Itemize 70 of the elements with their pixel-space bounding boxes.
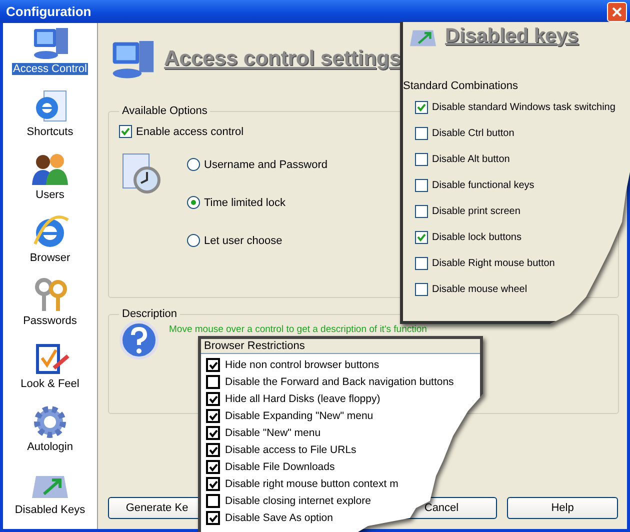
- close-icon: [611, 6, 623, 18]
- checkbox[interactable]: [206, 511, 220, 525]
- users-icon[interactable]: [30, 151, 70, 187]
- checkbox-label: Disable access to File URLs: [225, 443, 356, 457]
- checkmark-icon: [417, 103, 426, 112]
- checkbox[interactable]: [206, 392, 220, 406]
- group-label: Available Options: [121, 105, 208, 117]
- checkbox[interactable]: [206, 409, 220, 423]
- checkbox-label: Hide non control browser buttons: [225, 358, 380, 372]
- checkbox[interactable]: [415, 101, 428, 114]
- checkbox[interactable]: [415, 153, 428, 166]
- checkbox-label: Disable Expanding "New" menu: [225, 409, 374, 423]
- radio-label: Time limited lock: [204, 196, 286, 208]
- checkbox[interactable]: [206, 443, 220, 457]
- checkbox[interactable]: [206, 477, 220, 491]
- sidebar-item[interactable]: Autologin: [26, 441, 74, 453]
- group-label: Description: [121, 308, 178, 320]
- checkbox-label: Disable standard Windows task switching: [432, 102, 616, 113]
- checkbox[interactable]: [415, 127, 428, 140]
- group-label: Standard Combinations: [403, 80, 519, 92]
- description-text: Move mouse over a control to get a description of it's function: [169, 324, 427, 335]
- sidebar-item[interactable]: Access Control: [12, 63, 88, 75]
- checkbox[interactable]: [206, 494, 220, 508]
- checkmark-icon: [208, 514, 218, 522]
- checkbox-label: Disable Save As option: [225, 511, 333, 525]
- checkbox[interactable]: [415, 231, 428, 244]
- checkbox-label: Disable mouse wheel: [432, 284, 528, 295]
- checkbox[interactable]: [415, 179, 428, 192]
- checkbox[interactable]: [415, 283, 428, 296]
- checkmark-icon: [208, 360, 218, 370]
- sidebar-item[interactable]: Shortcuts: [26, 126, 74, 138]
- checkbox-label: Disable Right mouse button: [432, 258, 555, 269]
- checkbox[interactable]: [119, 125, 132, 138]
- checkbox-label: Disable Alt button: [432, 154, 510, 165]
- dialog-button[interactable]: Help: [507, 497, 618, 519]
- checkbox[interactable]: [206, 375, 220, 389]
- close-button[interactable]: [607, 2, 627, 22]
- radio-label: Username and Password: [204, 158, 328, 170]
- checkbox[interactable]: [206, 358, 220, 372]
- checkbox[interactable]: [206, 460, 220, 474]
- checkmark-icon: [417, 233, 426, 242]
- checkbox-label: Disable File Downloads: [225, 460, 335, 474]
- sidebar-item[interactable]: Browser: [28, 252, 72, 264]
- radio-button[interactable]: [187, 158, 200, 171]
- checkbox-label: Disable right mouse button context m: [225, 477, 398, 491]
- radio-button[interactable]: [187, 234, 200, 247]
- checkbox-label: Disable "New" menu: [225, 426, 321, 440]
- checkbox-label: Hide all Hard Disks (leave floppy): [225, 392, 380, 406]
- help-icon: [119, 320, 159, 360]
- sidebar-item[interactable]: Passwords: [22, 315, 78, 327]
- sidebar-item[interactable]: Look & Feel: [20, 378, 80, 390]
- checkbox-label: Disable the Forward and Back navigation buttons: [225, 375, 454, 389]
- checkbox-label: Disable closing internet explore: [225, 494, 371, 508]
- checkbox[interactable]: [206, 426, 220, 440]
- checkbox-label: Disable Ctrl button: [432, 128, 514, 139]
- checkbox-label: Disable functional keys: [432, 180, 534, 191]
- checkmark-icon: [121, 127, 130, 136]
- radio-button[interactable]: [187, 196, 200, 209]
- sidebar-item[interactable]: Users: [34, 189, 66, 201]
- radio-label: Let user choose: [204, 234, 282, 246]
- window-title: Configuration: [6, 4, 92, 19]
- checkbox-label: Enable access control: [136, 126, 244, 138]
- checkbox[interactable]: [415, 205, 428, 218]
- page-title: Access control settings: [164, 47, 401, 71]
- sidebar-item[interactable]: Disabled Keys: [14, 504, 86, 516]
- checkbox-label: Disable lock buttons: [432, 232, 522, 243]
- group-label: Browser Restrictions: [201, 339, 480, 354]
- panel-title: Disabled keys: [445, 24, 578, 48]
- checkbox-label: Disable print screen: [432, 206, 520, 217]
- checkbox[interactable]: [415, 257, 428, 270]
